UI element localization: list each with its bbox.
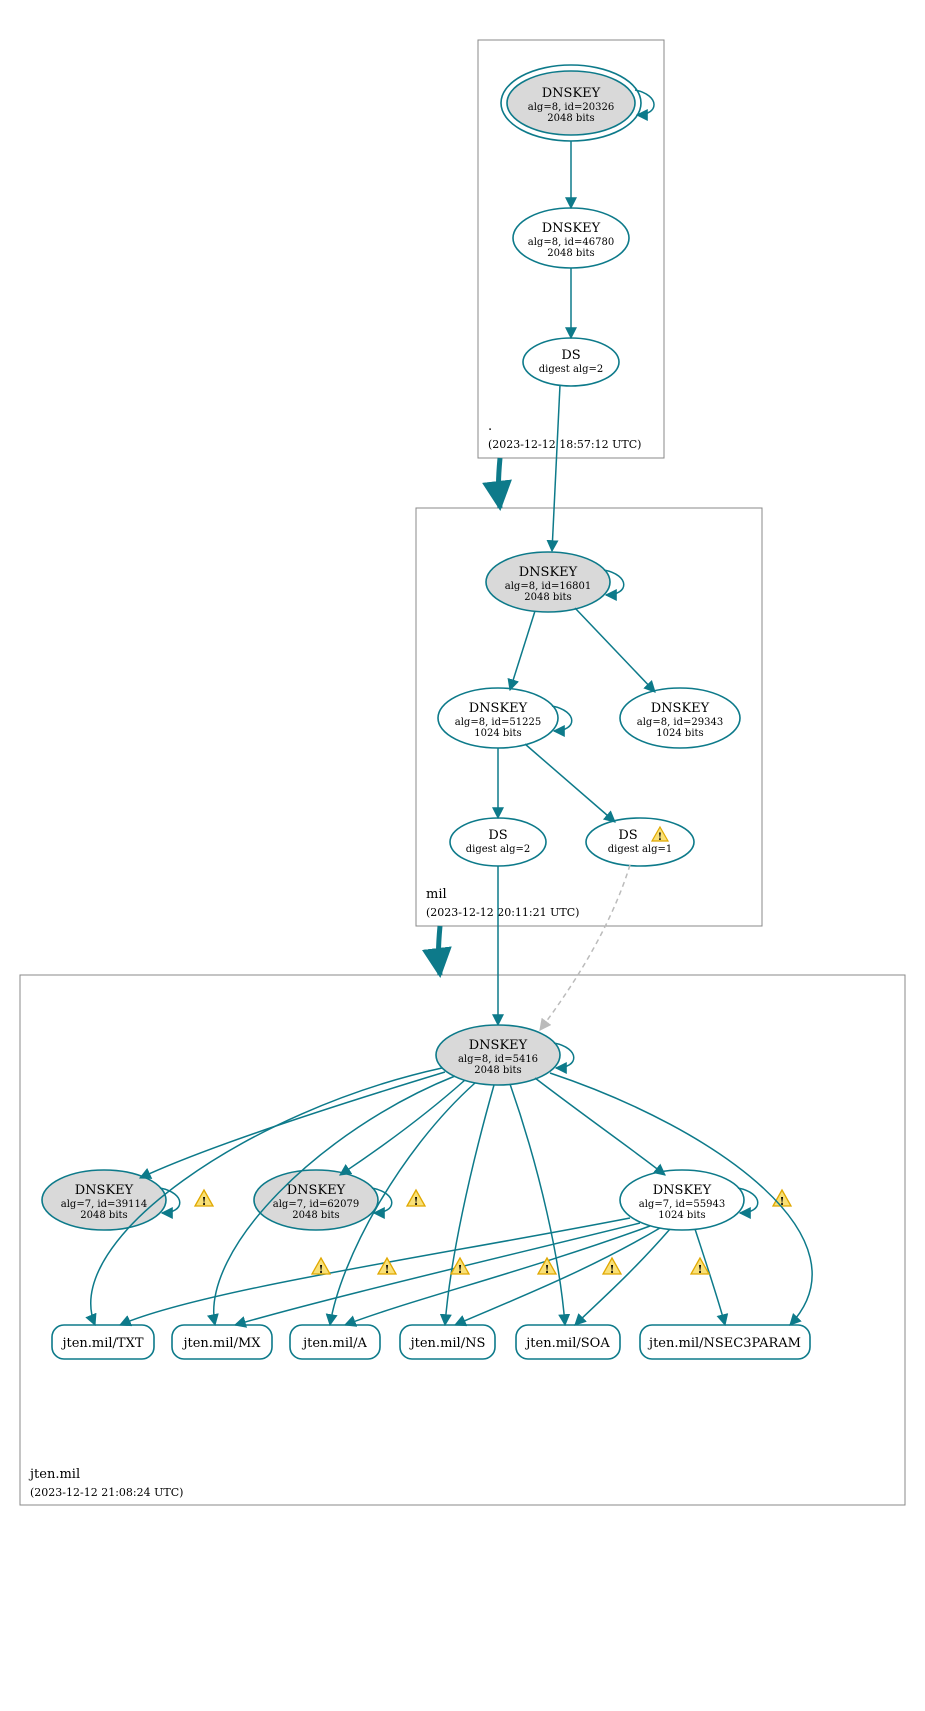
svg-text:!: ! bbox=[202, 1195, 207, 1208]
edge-mil-ds1-jten-ksk bbox=[540, 865, 630, 1030]
svg-text:DS: DS bbox=[618, 828, 637, 843]
svg-text:digest alg=2: digest alg=2 bbox=[539, 364, 604, 375]
svg-text:!: ! bbox=[458, 1263, 463, 1276]
zone-jten-timestamp: (2023-12-12 21:08:24 UTC) bbox=[30, 1486, 183, 1499]
edge-jten-k3-leaf-mx bbox=[235, 1223, 640, 1325]
zone-root-label: . bbox=[488, 419, 492, 434]
leaf-nsec: jten.mil/NSEC3PARAM bbox=[640, 1325, 810, 1359]
zone-jten-label: jten.mil bbox=[28, 1467, 80, 1482]
warning-icon: ! bbox=[773, 1190, 791, 1208]
svg-text:2048 bits: 2048 bits bbox=[292, 1210, 339, 1221]
svg-text:!: ! bbox=[610, 1263, 615, 1276]
svg-text:alg=8, id=5416: alg=8, id=5416 bbox=[458, 1054, 538, 1065]
svg-text:DNSKEY: DNSKEY bbox=[651, 701, 710, 716]
svg-text:jten.mil/NSEC3PARAM: jten.mil/NSEC3PARAM bbox=[647, 1336, 801, 1351]
edge-jten-ksk-leaf-ns bbox=[445, 1085, 494, 1325]
node-mil-ds2: DS digest alg=2 bbox=[450, 818, 546, 866]
leaf-ns: jten.mil/NS bbox=[400, 1325, 495, 1359]
svg-text:2048 bits: 2048 bits bbox=[547, 248, 594, 259]
svg-text:digest alg=2: digest alg=2 bbox=[466, 844, 531, 855]
svg-text:1024 bits: 1024 bits bbox=[656, 728, 703, 739]
svg-text:DNSKEY: DNSKEY bbox=[75, 1183, 134, 1198]
svg-text:alg=8, id=46780: alg=8, id=46780 bbox=[528, 237, 614, 248]
edge-jten-k3-leaf-a bbox=[345, 1226, 650, 1325]
edge-jten-ksk-k1 bbox=[140, 1072, 445, 1178]
warning-icon: ! bbox=[603, 1258, 621, 1276]
svg-text:2048 bits: 2048 bits bbox=[474, 1065, 521, 1076]
svg-text:DNSKEY: DNSKEY bbox=[542, 221, 601, 236]
node-jten-k1: DNSKEY alg=7, id=39114 2048 bits ! bbox=[42, 1170, 213, 1230]
warning-icon: ! bbox=[691, 1258, 709, 1276]
leaf-mx: jten.mil/MX bbox=[172, 1325, 272, 1359]
svg-text:!: ! bbox=[319, 1263, 324, 1276]
svg-text:jten.mil/TXT: jten.mil/TXT bbox=[60, 1336, 143, 1351]
warning-icon: ! bbox=[312, 1258, 330, 1276]
edge-mil-zsk1-ds1 bbox=[525, 744, 615, 822]
svg-text:alg=8, id=29343: alg=8, id=29343 bbox=[637, 717, 723, 728]
edge-jten-k3-leaf-soa bbox=[575, 1229, 670, 1325]
edge-mil-ksk-zsk2 bbox=[575, 608, 655, 692]
svg-text:1024 bits: 1024 bits bbox=[474, 728, 521, 739]
svg-text:jten.mil/A: jten.mil/A bbox=[301, 1336, 367, 1351]
svg-text:DNSKEY: DNSKEY bbox=[287, 1183, 346, 1198]
svg-text:DNSKEY: DNSKEY bbox=[469, 1038, 528, 1053]
svg-text:alg=7, id=62079: alg=7, id=62079 bbox=[273, 1199, 359, 1210]
node-root-ds: DS digest alg=2 bbox=[523, 338, 619, 386]
node-mil-zsk2: DNSKEY alg=8, id=29343 1024 bits bbox=[620, 688, 740, 748]
svg-text:alg=7, id=39114: alg=7, id=39114 bbox=[61, 1199, 147, 1210]
leaf-txt: jten.mil/TXT bbox=[52, 1325, 154, 1359]
node-jten-k2: DNSKEY alg=7, id=62079 2048 bits ! bbox=[254, 1170, 425, 1230]
svg-text:alg=7, id=55943: alg=7, id=55943 bbox=[639, 1199, 725, 1210]
svg-text:DS: DS bbox=[561, 348, 580, 363]
svg-text:DNSKEY: DNSKEY bbox=[653, 1183, 712, 1198]
svg-text:!: ! bbox=[658, 832, 662, 843]
edge-root-ds-mil-ksk bbox=[552, 385, 560, 551]
node-jten-k3: DNSKEY alg=7, id=55943 1024 bits ! bbox=[620, 1170, 791, 1230]
edge-jten-ksk-k3 bbox=[535, 1078, 665, 1175]
svg-text:jten.mil/NS: jten.mil/NS bbox=[409, 1336, 486, 1351]
warning-icon: ! bbox=[538, 1258, 556, 1276]
svg-text:DS: DS bbox=[488, 828, 507, 843]
svg-text:digest alg=1: digest alg=1 bbox=[608, 844, 673, 855]
edge-mil-ksk-zsk1 bbox=[510, 611, 535, 690]
node-jten-ksk: DNSKEY alg=8, id=5416 2048 bits bbox=[436, 1025, 574, 1085]
node-mil-ds1: DS digest alg=1 ! bbox=[586, 818, 694, 866]
node-mil-ksk: DNSKEY alg=8, id=16801 2048 bits bbox=[486, 552, 624, 612]
svg-text:1024 bits: 1024 bits bbox=[658, 1210, 705, 1221]
svg-text:!: ! bbox=[545, 1263, 550, 1276]
node-mil-zsk1: DNSKEY alg=8, id=51225 1024 bits bbox=[438, 688, 572, 748]
leaf-a: jten.mil/A bbox=[290, 1325, 380, 1359]
svg-text:alg=8, id=51225: alg=8, id=51225 bbox=[455, 717, 541, 728]
svg-text:DNSKEY: DNSKEY bbox=[542, 86, 601, 101]
warning-icon: ! bbox=[195, 1190, 213, 1208]
svg-text:DNSKEY: DNSKEY bbox=[519, 565, 578, 580]
svg-text:!: ! bbox=[414, 1195, 419, 1208]
svg-text:2048 bits: 2048 bits bbox=[80, 1210, 127, 1221]
svg-text:!: ! bbox=[698, 1263, 703, 1276]
svg-text:2048 bits: 2048 bits bbox=[524, 592, 571, 603]
svg-text:DNSKEY: DNSKEY bbox=[469, 701, 528, 716]
node-root-ksk: DNSKEY alg=8, id=20326 2048 bits bbox=[501, 65, 654, 141]
warning-icon: ! bbox=[407, 1190, 425, 1208]
edge-zone-mil-to-jten bbox=[439, 926, 441, 975]
zone-mil-label: mil bbox=[426, 887, 447, 902]
edge-jten-k3-leaf-nsec bbox=[695, 1229, 725, 1325]
svg-text:jten.mil/SOA: jten.mil/SOA bbox=[524, 1336, 610, 1351]
svg-text:2048 bits: 2048 bits bbox=[547, 113, 594, 124]
svg-text:!: ! bbox=[385, 1263, 390, 1276]
node-root-zsk: DNSKEY alg=8, id=46780 2048 bits bbox=[513, 208, 629, 268]
zone-mil-timestamp: (2023-12-12 20:11:21 UTC) bbox=[426, 906, 579, 919]
svg-text:alg=8, id=20326: alg=8, id=20326 bbox=[528, 102, 614, 113]
svg-text:alg=8, id=16801: alg=8, id=16801 bbox=[505, 581, 591, 592]
svg-text:jten.mil/MX: jten.mil/MX bbox=[181, 1336, 261, 1351]
leaf-soa: jten.mil/SOA bbox=[516, 1325, 620, 1359]
edge-zone-root-to-mil bbox=[499, 458, 501, 508]
zone-root-timestamp: (2023-12-12 18:57:12 UTC) bbox=[488, 438, 641, 451]
